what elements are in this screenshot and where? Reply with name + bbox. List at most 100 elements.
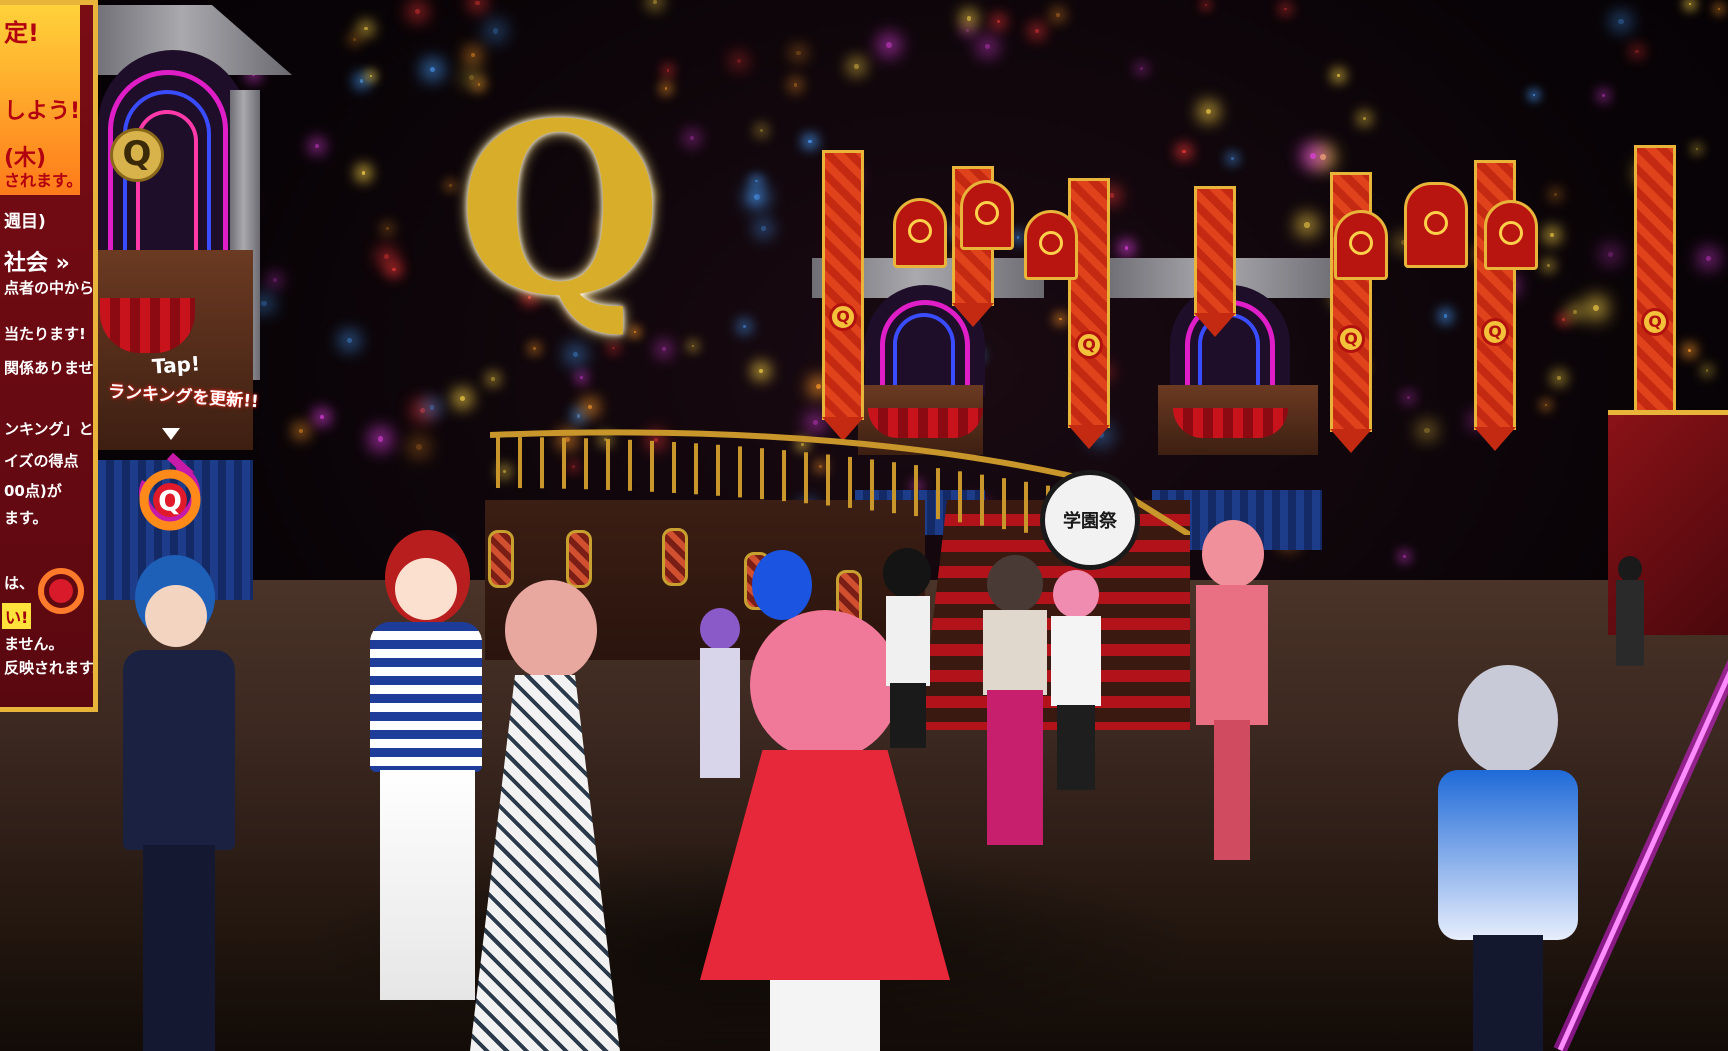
sparkle [1593,305,1599,312]
q-badge-icon: Q [1337,325,1365,353]
sparkle [1205,4,1208,7]
sparkle [460,395,465,401]
q-badge-icon [38,568,84,614]
quiz-logo: Q [375,75,695,350]
sparkle [742,324,747,329]
sparkle [377,436,384,442]
q-badge-icon: Q [1075,331,1103,359]
sparkle [1403,555,1406,558]
poster-highlight: い! [2,603,32,629]
event-poster[interactable]: 定! しよう! (木) されます。 週目) 社会 » 点者の中から、 当たります… [0,0,98,712]
game-scene[interactable]: Q 定! しよう! (木) されます。 週目) 社会 » 点者の中から、 当たり… [0,0,1728,1051]
sparkle [1320,154,1326,161]
poster-line: 週目) [4,212,46,232]
sparkle [1544,404,1548,407]
sparkle [415,8,421,14]
sparkle [359,79,364,83]
poster-line: されます。 [4,171,83,190]
poster-line: 社会 » [4,251,70,276]
sparkle [299,429,304,434]
sparkle [1283,7,1287,11]
sparkle [1687,348,1691,352]
sparkle [759,128,764,133]
sparkle [361,170,366,175]
quiz-logo-letter: Q [457,72,663,348]
sparkle [1601,93,1605,97]
sparkle [475,0,480,5]
sparkle [754,194,761,201]
sparkle [429,405,435,410]
sparkle [1557,376,1561,380]
sparkle [736,58,742,64]
lantern [960,180,1014,250]
sparkle [419,407,425,414]
avatar-black-hair-girl[interactable] [878,548,938,748]
sparkle [261,300,267,307]
sparkle [1424,427,1430,433]
sparkle [1362,116,1367,121]
sparkle [1304,222,1310,228]
q-badge-icon: Q [1641,308,1669,336]
sparkle [576,414,581,418]
q-badge-icon: Q [1481,318,1509,346]
sparkle [1607,251,1614,258]
sparkle [1532,93,1535,96]
tap-label: Tap! [151,351,201,379]
sparkle [1231,157,1234,160]
sparkle [816,384,822,390]
sparkle [273,278,277,283]
lantern [1334,210,1388,280]
poster-line: ます。 [4,509,48,527]
sparkle [1124,246,1129,250]
sparkle [854,64,859,69]
sparkle [370,74,373,77]
sparkle [808,139,812,144]
lantern [1404,182,1468,268]
poster-line: 関係ありません。 [4,359,94,377]
poster-line: 定! [4,19,39,47]
sparkle [470,53,475,58]
avatar-blue-blob[interactable] [752,550,812,620]
down-arrow-icon [162,428,180,440]
lantern [1484,200,1538,270]
poster-line: 00点)が [4,482,62,500]
lantern [893,198,947,268]
hanging-banner: Q [1068,178,1110,449]
school-festival-text: 学園祭 [1063,511,1117,532]
sparkle [1553,192,1557,196]
sparkle [793,83,797,87]
sparkle [666,69,669,72]
avatar-pink-bob[interactable] [1192,520,1272,860]
poster-line: 当たります! [4,325,86,343]
sparkle [1140,66,1144,70]
sparkle [320,415,325,420]
sparkle [1572,310,1577,315]
sparkle [1562,318,1565,321]
sparkle [416,444,422,450]
sparkle [984,43,990,50]
sparkle [1635,50,1639,54]
avatar-pink-pants[interactable] [975,555,1055,845]
hanging-banner: Q [1634,145,1676,436]
sparkle [1717,7,1720,10]
ranking-refresh-icon[interactable]: Q [133,450,207,538]
sparkle [1705,255,1712,261]
door-panel [662,528,688,586]
avatar-blue-hair-suit[interactable] [115,555,245,1051]
avatar-bunny-girl[interactable] [1045,570,1107,790]
sparkle [996,19,1001,24]
hanging-banner: Q [822,150,864,441]
avatar-purple-knight[interactable] [695,608,745,778]
sparkle [587,404,593,410]
sparkle [1205,108,1211,114]
poster-line: 点者の中から、 [4,279,95,297]
poster-line: は、 [4,574,35,592]
lantern [1024,210,1078,280]
sparkle [580,376,583,379]
sparkle [966,29,970,33]
sparkle [1059,317,1062,321]
sparkle [761,226,766,231]
svg-text:Q: Q [158,484,182,517]
sparkle [492,28,499,34]
avatar-white-dress[interactable] [460,580,630,1051]
